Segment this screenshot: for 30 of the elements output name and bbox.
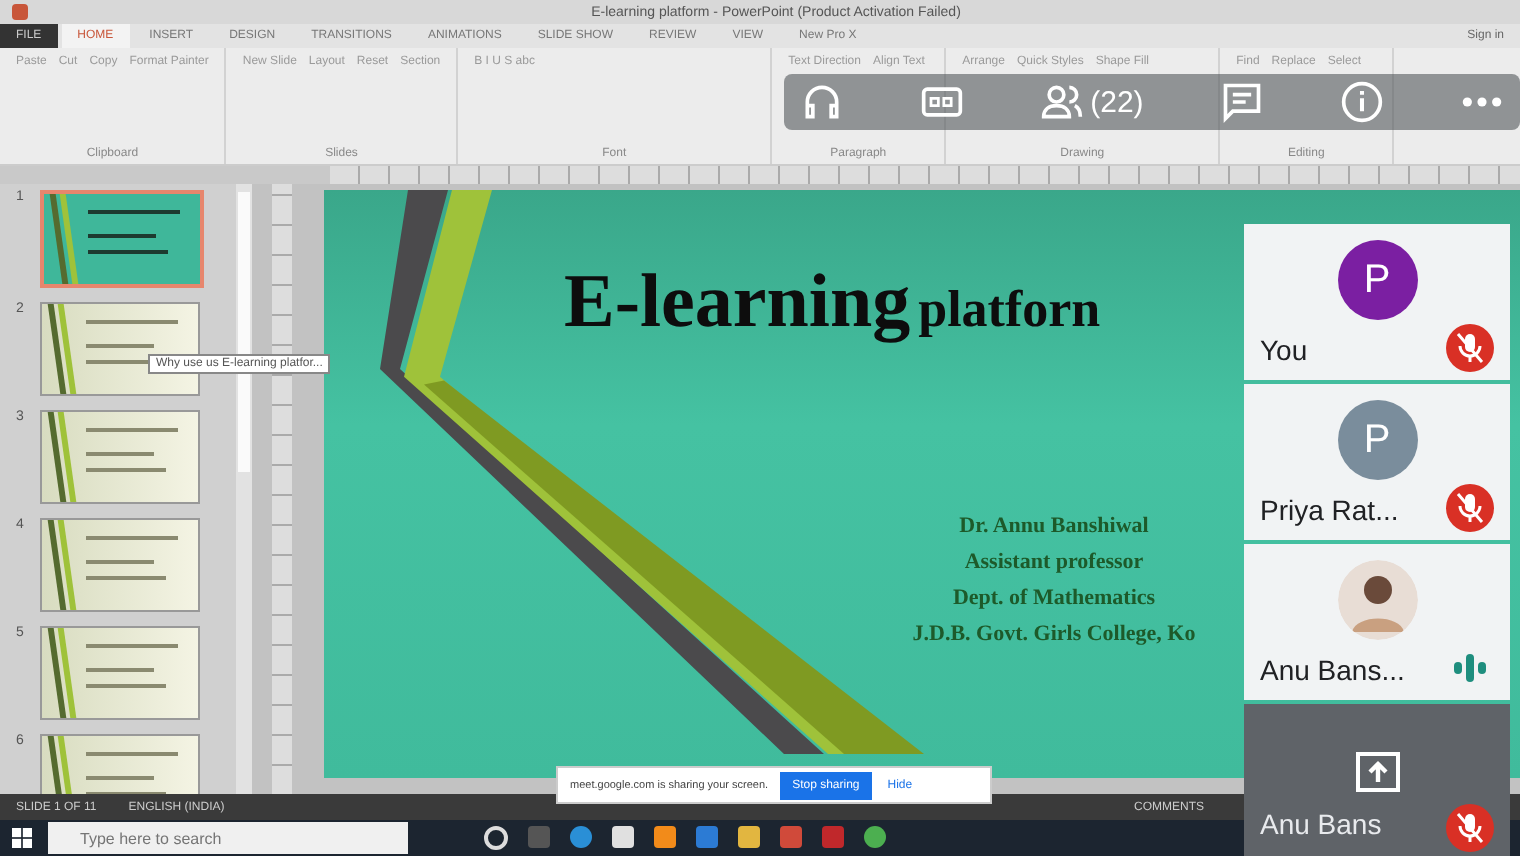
slide-title: E-learningplatforn	[564, 258, 1101, 346]
headphones-icon[interactable]	[800, 80, 844, 124]
person-silhouette-icon	[1337, 560, 1417, 640]
slide-thumbnail[interactable]	[40, 518, 200, 612]
taskbar-search-field[interactable]: Type here to search	[48, 822, 408, 854]
participant-name: Priya Rat...	[1260, 494, 1399, 526]
slide-text: J.D.B. Govt. Girls College, Ko	[912, 622, 1196, 646]
slide-thumbnail[interactable]	[40, 626, 200, 720]
present-screen-icon	[1354, 748, 1402, 796]
taskbar-app-icon[interactable]	[484, 826, 508, 850]
taskbar-app-icon[interactable]	[864, 826, 886, 848]
taskbar-app-icon[interactable]	[612, 826, 634, 848]
more-options-icon[interactable]	[1460, 94, 1504, 110]
slide-thumbnail[interactable]	[40, 190, 204, 288]
slide-thumbnail[interactable]	[40, 410, 200, 504]
avatar: P	[1337, 400, 1417, 480]
app-logo-icon	[12, 4, 28, 20]
avatar: P	[1337, 240, 1417, 320]
participant-name: You	[1260, 334, 1308, 366]
slide-text: Dr. Annu Banshiwal	[959, 514, 1149, 538]
slide-text: Assistant professor	[964, 550, 1144, 574]
windows-start-icon[interactable]	[12, 828, 32, 848]
people-icon[interactable]	[1040, 80, 1085, 124]
slide-text: Dept. of Mathematics	[952, 586, 1156, 610]
slide-thumbnail[interactable]	[40, 302, 200, 396]
participant-count: (22)	[1090, 85, 1144, 119]
participant-name: Anu Bans...	[1260, 654, 1405, 686]
info-icon[interactable]	[1339, 80, 1384, 124]
participant-name: Anu Bans	[1260, 808, 1382, 840]
chat-icon[interactable]	[1219, 80, 1264, 124]
